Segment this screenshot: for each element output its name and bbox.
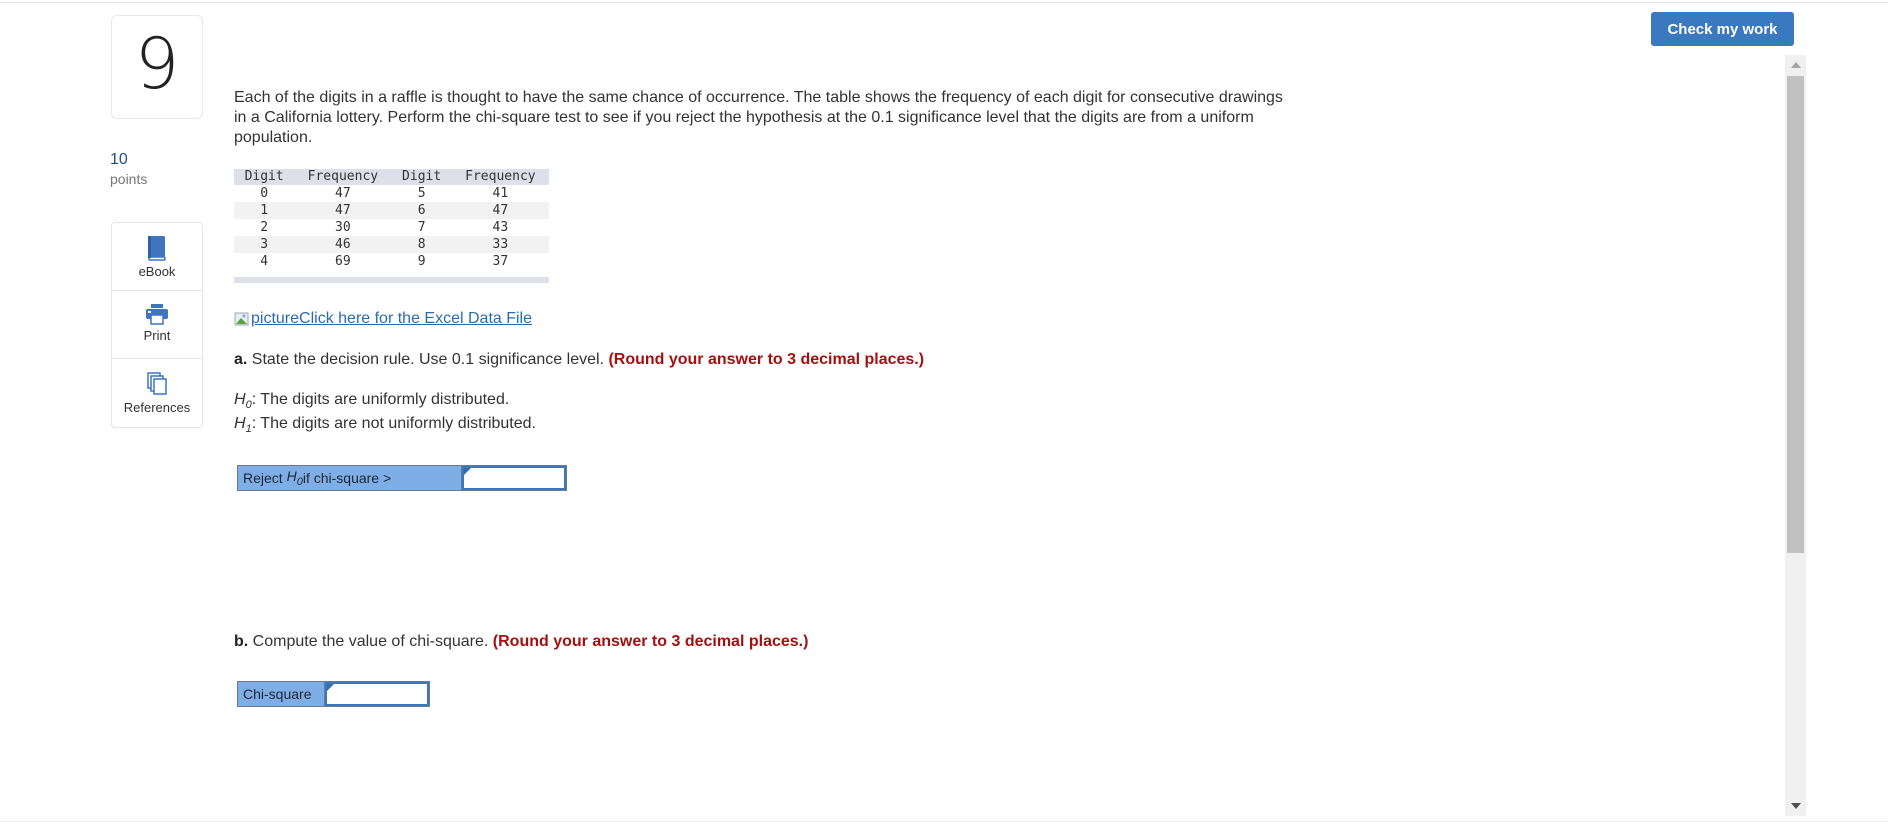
col-header: Digit <box>234 169 295 185</box>
table-cell: 1 <box>234 202 295 219</box>
table-cell: 47 <box>335 186 351 201</box>
excel-data-file-link[interactable]: picture Click here for the Excel Data Fi… <box>234 310 532 328</box>
table-footer-bar <box>234 277 549 283</box>
part-a-letter: a. <box>234 351 248 368</box>
table-row: 0 47 5 41 <box>234 185 549 202</box>
table-row: 3 46 8 33 <box>234 236 549 253</box>
col-header: Frequency <box>451 169 549 185</box>
references-icon <box>146 371 168 397</box>
question-number-box: 9 <box>111 15 203 119</box>
scroll-up-arrow-icon[interactable] <box>1785 55 1806 75</box>
table-cell: 37 <box>492 254 509 269</box>
table-header-row: Digit Frequency Digit Frequency <box>234 169 549 185</box>
h1-text: : The digits are not uniformly distribut… <box>251 415 536 432</box>
frequency-table: Digit Frequency Digit Frequency 0 47 5 4… <box>234 169 549 270</box>
table-cell: 33 <box>451 236 549 253</box>
question-text: Each of the digits in a raffle is though… <box>234 89 1283 146</box>
references-label: References <box>123 400 191 415</box>
printer-icon <box>145 303 169 325</box>
table-cell: 6 <box>391 202 452 219</box>
ebook-label: eBook <box>138 264 176 279</box>
chi-square-input-cell[interactable] <box>325 682 429 706</box>
table-cell: 3 <box>234 236 295 253</box>
h1-symbol: H <box>234 415 246 432</box>
h0-symbol: H <box>234 391 246 408</box>
table-cell: 9 <box>417 254 426 269</box>
table-row: 1 47 6 47 <box>234 202 549 219</box>
points-value: 10 <box>110 151 128 168</box>
decision-rule-answer-row: Reject H0 if chi-square > <box>237 465 567 491</box>
col-header: Frequency <box>294 169 392 185</box>
col-header: Digit <box>391 169 452 185</box>
table-row: 2 30 7 43 <box>234 219 549 236</box>
book-icon <box>147 235 167 261</box>
points-label: points <box>110 171 148 187</box>
label-symbol: H <box>286 468 297 485</box>
chi-square-input[interactable] <box>327 684 427 704</box>
vertical-scrollbar[interactable] <box>1785 55 1806 816</box>
part-a-hint: (Round your answer to 3 decimal places.) <box>608 351 925 368</box>
table-cell: 0 <box>260 186 269 201</box>
table-cell: 41 <box>492 186 509 201</box>
label-post: if chi-square > <box>302 470 392 486</box>
alternative-hypothesis: H1: The digits are not uniformly distrib… <box>234 413 536 440</box>
table-cell: 8 <box>391 236 452 253</box>
print-label: Print <box>143 328 171 343</box>
check-my-work-button[interactable]: Check my work <box>1651 12 1794 46</box>
table-cell: 47 <box>294 202 392 219</box>
table-cell: 5 <box>417 186 426 201</box>
table-cell: 2 <box>260 220 269 235</box>
input-marker-icon <box>464 468 471 475</box>
table-cell: 43 <box>492 220 509 235</box>
table-row: 4 69 9 37 <box>234 253 549 270</box>
question-number: 9 <box>134 23 180 105</box>
part-b-hint: (Round your answer to 3 decimal places.) <box>492 633 809 650</box>
points-info: 10 points <box>110 150 147 188</box>
references-button[interactable]: References <box>112 359 202 427</box>
part-b-prompt: b. Compute the value of chi-square. (Rou… <box>234 632 808 652</box>
table-cell: 7 <box>417 220 426 235</box>
table-cell: 46 <box>294 236 392 253</box>
scrollbar-thumb[interactable] <box>1787 76 1804 553</box>
top-divider <box>0 2 1888 3</box>
chi-square-label: Chi-square <box>238 682 325 706</box>
ebook-button[interactable]: eBook <box>112 223 202 291</box>
part-b-text: Compute the value of chi-square. <box>248 633 493 650</box>
table-cell: 4 <box>260 254 269 269</box>
question-body: Each of the digits in a raffle is though… <box>234 88 1294 148</box>
broken-image-icon <box>234 311 250 327</box>
tools-panel: eBook Print References <box>111 222 203 428</box>
excel-link-label: Click here for the Excel Data File <box>299 310 533 327</box>
critical-value-input[interactable] <box>464 468 564 488</box>
decision-rule-label: Reject H0 if chi-square > <box>238 466 462 490</box>
table-cell: 47 <box>451 202 549 219</box>
scroll-down-arrow-icon[interactable] <box>1785 796 1806 816</box>
h0-text: : The digits are uniformly distributed. <box>251 391 510 408</box>
excel-link-alt: picture <box>251 310 300 327</box>
table-cell: 30 <box>335 220 351 235</box>
label-pre: Reject <box>243 470 283 486</box>
part-a-text: State the decision rule. Use 0.1 signifi… <box>247 351 609 368</box>
decision-rule-input-cell[interactable] <box>462 466 566 490</box>
chi-square-answer-row: Chi-square <box>237 681 430 707</box>
input-marker-icon <box>327 684 334 691</box>
part-a-prompt: a. State the decision rule. Use 0.1 sign… <box>234 350 924 370</box>
print-button[interactable]: Print <box>112 291 202 359</box>
part-b-letter: b. <box>234 633 249 650</box>
bottom-divider <box>0 821 1888 822</box>
table-cell: 69 <box>335 254 351 269</box>
